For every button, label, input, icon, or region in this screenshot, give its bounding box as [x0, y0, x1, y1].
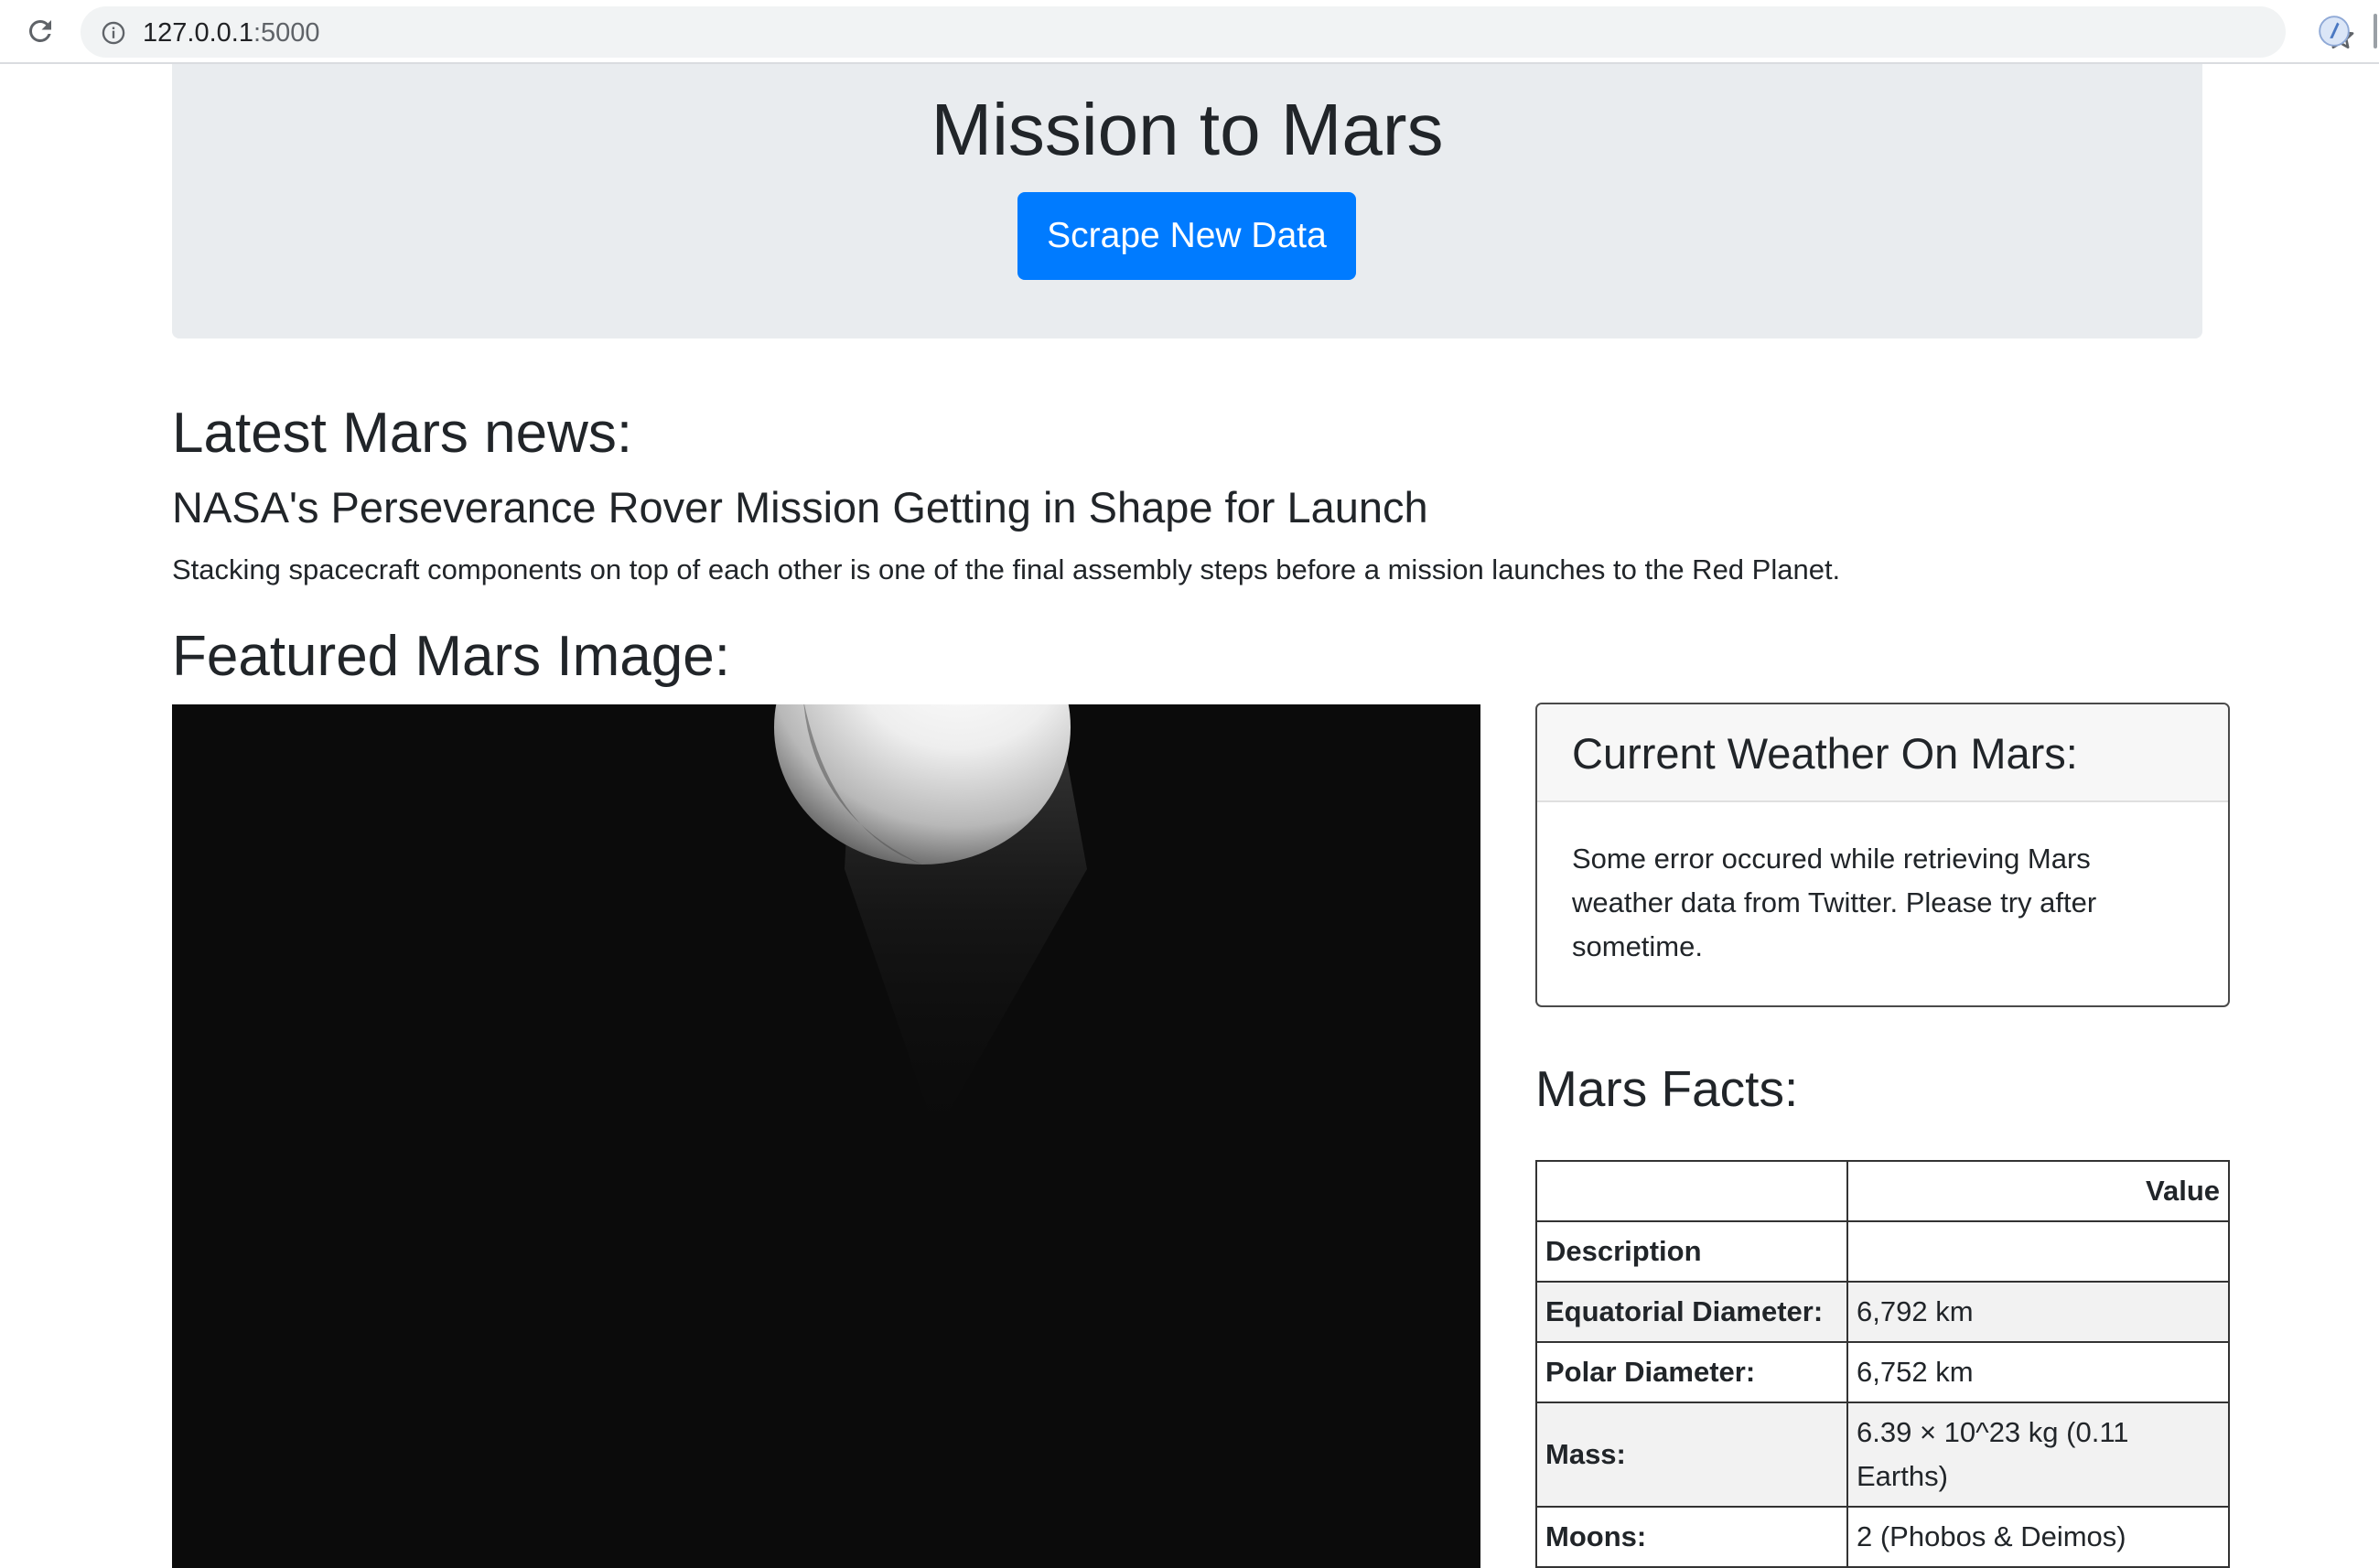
fact-label: Polar Diameter:	[1535, 1341, 1848, 1403]
url-host: 127.0.0.1	[143, 18, 253, 48]
moon-image-art	[172, 704, 1480, 1568]
address-bar[interactable]: 127.0.0.1:5000	[81, 6, 2354, 58]
table-row: Description	[1535, 1220, 2230, 1283]
weather-message: Some error occured while retrieving Mars…	[1572, 843, 2097, 962]
featured-mars-image[interactable]	[172, 704, 1480, 1568]
fact-label: Moons:	[1535, 1506, 1848, 1568]
extension-icon[interactable]	[2317, 14, 2352, 48]
latest-news-heading: Latest Mars news:	[172, 402, 633, 465]
mars-facts-heading: Mars Facts:	[1535, 1060, 1799, 1117]
weather-card: Current Weather On Mars: Some error occu…	[1535, 703, 2230, 1007]
scrape-new-data-button[interactable]: Scrape New Data	[1017, 192, 1356, 280]
url-port: :5000	[253, 18, 320, 48]
featured-image-heading: Featured Mars Image:	[172, 625, 730, 688]
fact-label: Mass:	[1535, 1402, 1848, 1508]
table-row: Moons: 2 (Phobos & Deimos)	[1535, 1506, 2230, 1568]
browser-toolbar: 127.0.0.1:5000	[0, 0, 2379, 64]
table-header-row: Value	[1535, 1160, 2230, 1222]
header-jumbotron: Mission to Mars Scrape New Data	[172, 64, 2202, 338]
toolbar-edge	[2374, 14, 2377, 48]
fact-value: 6,752 km	[1846, 1341, 2230, 1403]
fact-value: 6,792 km	[1846, 1281, 2230, 1343]
fact-value: 6.39 × 10^23 kg (0.11 Earths)	[1846, 1402, 2230, 1508]
table-header-cell: Value	[1846, 1160, 2230, 1222]
news-title: NASA's Perseverance Rover Mission Gettin…	[172, 483, 1428, 532]
weather-title: Current Weather On Mars:	[1572, 729, 2078, 778]
weather-card-header: Current Weather On Mars:	[1537, 704, 2228, 802]
table-index-label: Description	[1535, 1220, 1848, 1283]
url-text[interactable]: 127.0.0.1:5000	[143, 18, 320, 48]
table-cell	[1846, 1220, 2230, 1283]
table-row: Equatorial Diameter: 6,792 km	[1535, 1281, 2230, 1343]
news-teaser: Stacking spacecraft components on top of…	[172, 553, 1841, 585]
reload-icon[interactable]	[24, 15, 57, 48]
table-header-cell	[1535, 1160, 1848, 1222]
fact-value: 2 (Phobos & Deimos)	[1846, 1506, 2230, 1568]
mars-facts-table: Value Description Equatorial Diameter: 6…	[1535, 1160, 2230, 1568]
table-row: Mass: 6.39 × 10^23 kg (0.11 Earths)	[1535, 1402, 2230, 1508]
fact-label: Equatorial Diameter:	[1535, 1281, 1848, 1343]
table-row: Polar Diameter: 6,752 km	[1535, 1341, 2230, 1403]
info-icon[interactable]	[101, 20, 126, 46]
page-title: Mission to Mars	[931, 89, 1444, 170]
